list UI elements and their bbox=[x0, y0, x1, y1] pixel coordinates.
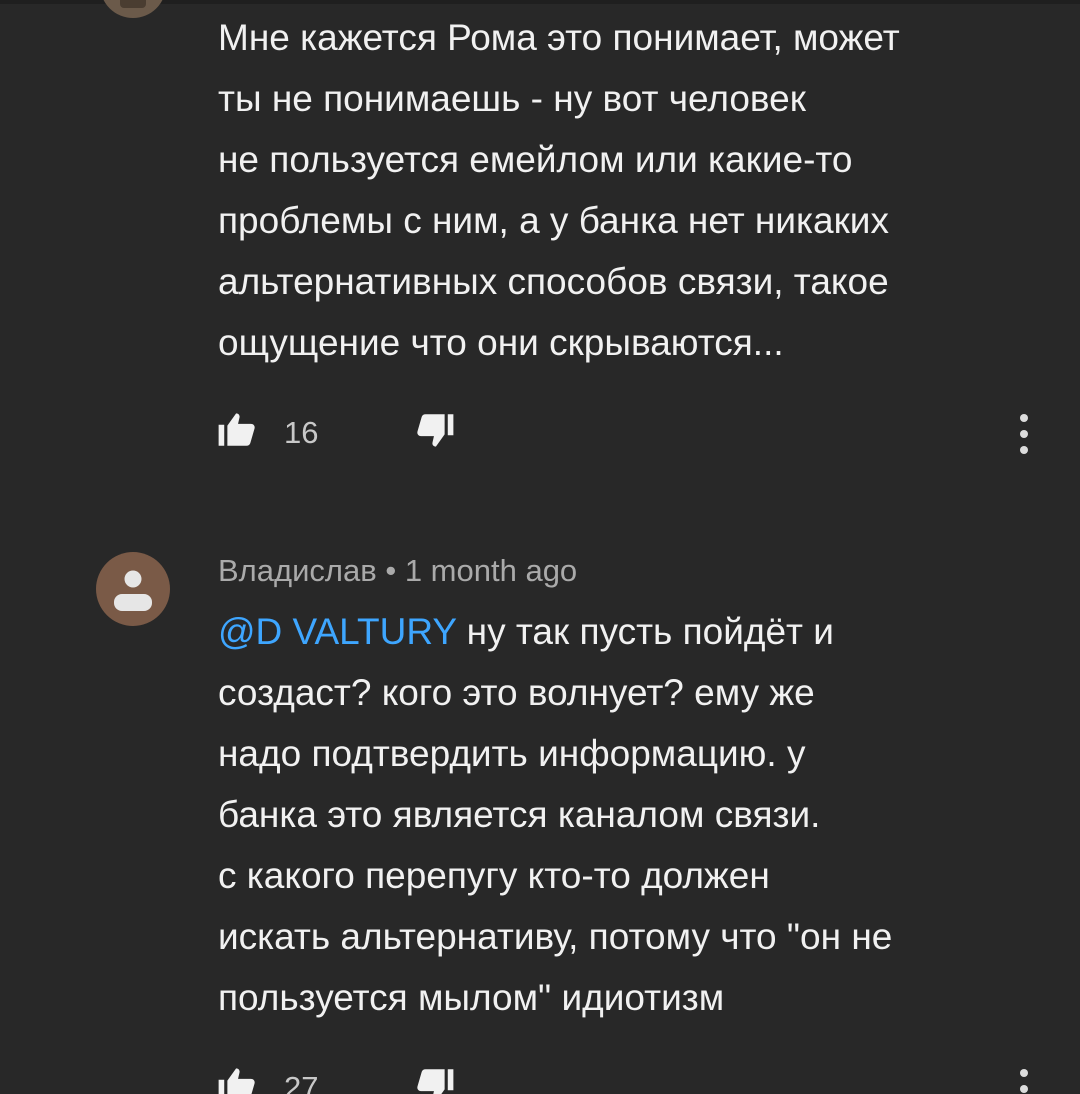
comment-line: пользуется мылом" идиотизм bbox=[218, 977, 725, 1018]
more-vertical-icon[interactable] bbox=[1016, 1066, 1032, 1094]
comment-line: банка это является каналом связи. bbox=[218, 794, 821, 835]
author-name[interactable]: Владислав bbox=[218, 553, 377, 588]
more-vertical-icon[interactable] bbox=[1016, 411, 1032, 457]
comment-actions: 27 bbox=[216, 1064, 1046, 1094]
comment-line: искать альтернативу, потому что "он не bbox=[218, 916, 893, 957]
comment-line: ощущение что они скрываются... bbox=[218, 322, 784, 363]
like-count: 16 bbox=[284, 415, 319, 450]
separator-dot: • bbox=[385, 553, 397, 588]
comment-line: альтернативных способов связи, такое bbox=[218, 261, 889, 302]
comment-text-fragment: ну так пусть пойдёт и bbox=[456, 611, 834, 652]
avatar[interactable] bbox=[100, 0, 166, 18]
default-user-avatar-icon bbox=[114, 570, 152, 611]
comment-header: Владислав • 1 month ago bbox=[218, 553, 577, 589]
comment-line: Мне кажется Рома это понимает, может bbox=[218, 17, 900, 58]
thumb-down-icon[interactable] bbox=[414, 409, 456, 451]
comment-line: ты не понимаешь - ну вот человек bbox=[218, 78, 806, 119]
comment-timestamp: 1 month ago bbox=[404, 553, 578, 588]
comment-body: @D VALTURY ну так пусть пойдёт и создаст… bbox=[218, 601, 1038, 1028]
thumb-up-icon[interactable] bbox=[216, 1064, 258, 1094]
thumb-down-icon[interactable] bbox=[414, 1064, 456, 1094]
thumb-up-icon[interactable] bbox=[216, 409, 258, 451]
mention-link[interactable]: @D VALTURY bbox=[218, 611, 456, 652]
comment-line: с какого перепугу кто-то должен bbox=[218, 855, 770, 896]
avatar[interactable] bbox=[96, 552, 170, 626]
comment-line: создаст? кого это волнует? ему же bbox=[218, 672, 815, 713]
comment-line: надо подтвердить информацию. у bbox=[218, 733, 806, 774]
comment-line: проблемы с ним, а у банка нет никаких bbox=[218, 200, 889, 241]
comment-line: @D VALTURY ну так пусть пойдёт и bbox=[218, 601, 1038, 662]
comment-body: Мне кажется Рома это понимает, может ты … bbox=[218, 7, 1038, 373]
comment-actions: 16 bbox=[216, 409, 1046, 459]
comment-line: не пользуется емейлом или какие-то bbox=[218, 139, 853, 180]
like-count: 27 bbox=[284, 1070, 319, 1094]
